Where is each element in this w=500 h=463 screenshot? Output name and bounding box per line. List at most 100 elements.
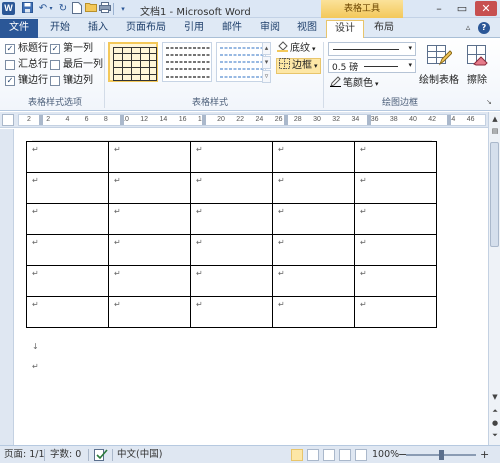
checkbox-banded-columns[interactable]: 镶边列	[50, 74, 93, 87]
scroll-up-icon[interactable]: ▲	[490, 114, 500, 124]
table-style-light-shading-accent[interactable]	[216, 42, 266, 82]
tab-view[interactable]: 视图	[290, 20, 324, 38]
table-cell[interactable]: ↵	[108, 296, 191, 328]
table-cell[interactable]: ↵	[108, 203, 191, 235]
table-cell[interactable]: ↵	[190, 172, 273, 204]
table-cell[interactable]: ↵	[272, 172, 355, 204]
eraser-button[interactable]: 擦除	[460, 42, 494, 86]
table-cell[interactable]: ↵	[354, 172, 437, 204]
undo-dropdown-icon[interactable]: ▾	[47, 2, 55, 16]
tab-stop-selector[interactable]	[2, 114, 14, 126]
draft-view-icon[interactable]	[355, 449, 367, 461]
draw-table-button[interactable]: 绘制表格	[418, 42, 460, 86]
table-cell[interactable]: ↵	[272, 296, 355, 328]
pen-color-button[interactable]: 笔颜色 ▾	[330, 76, 379, 92]
table-cell[interactable]: ↵	[190, 296, 273, 328]
redo-icon[interactable]: ↻	[56, 2, 70, 16]
ruler-toggle-icon[interactable]: ▤	[490, 126, 500, 136]
table-cell[interactable]: ↵	[354, 234, 437, 266]
customize-qat-icon[interactable]: ▾	[116, 2, 130, 16]
table-cell[interactable]: ↵	[108, 141, 191, 173]
table-cell[interactable]: ↵	[26, 265, 109, 297]
checkbox-first-column-box[interactable]: ✓	[50, 43, 60, 54]
full-screen-reading-view-icon[interactable]	[307, 449, 319, 461]
table-cell[interactable]: ↵	[354, 141, 437, 173]
table-cell[interactable]: ↵	[272, 203, 355, 235]
table-cell[interactable]: ↵	[354, 296, 437, 328]
table-cell[interactable]: ↵	[190, 141, 273, 173]
scroll-down-icon[interactable]: ▼	[490, 392, 500, 402]
line-weight-select[interactable]: 0.5 磅 ▾	[328, 59, 416, 73]
vertical-ruler[interactable]	[0, 129, 14, 445]
table-cell[interactable]: ↵	[108, 265, 191, 297]
help-icon[interactable]: ?	[478, 22, 490, 34]
web-layout-view-icon[interactable]	[323, 449, 335, 461]
next-page-icon[interactable]: ⏷	[490, 430, 500, 440]
table-cell[interactable]: ↵	[272, 141, 355, 173]
table-cell[interactable]: ↵	[190, 234, 273, 266]
table-style-grid[interactable]	[108, 42, 158, 82]
table-cell[interactable]: ↵	[190, 203, 273, 235]
zoom-in-icon[interactable]: +	[480, 449, 489, 461]
table-cell[interactable]: ↵	[108, 234, 191, 266]
checkbox-banded-rows-box[interactable]: ✓	[5, 75, 15, 86]
browse-object-icon[interactable]: ●	[490, 418, 500, 428]
table-cell[interactable]: ↵	[354, 203, 437, 235]
save-icon[interactable]	[20, 2, 34, 16]
table-cell[interactable]: ↵	[26, 203, 109, 235]
page-count[interactable]: 页面: 1/1	[4, 449, 45, 461]
tab-mailings[interactable]: 邮件	[214, 20, 250, 38]
table-cell[interactable]: ↵	[26, 172, 109, 204]
minimize-ribbon-icon[interactable]: ▵	[462, 22, 474, 34]
new-document-icon[interactable]	[70, 2, 84, 16]
dialog-launcher-icon[interactable]: ↘	[486, 98, 492, 106]
ruler-column-marker[interactable]	[202, 115, 206, 125]
tab-table-layout[interactable]: 布局	[366, 20, 402, 38]
print-icon[interactable]	[98, 2, 112, 16]
proofing-icon[interactable]	[94, 449, 108, 463]
vertical-scrollbar[interactable]: ▲ ▤ ▼ ⏶ ● ⏷	[488, 112, 500, 445]
minimize-icon[interactable]: –	[428, 1, 450, 16]
open-folder-icon[interactable]	[84, 2, 98, 16]
tab-review[interactable]: 审阅	[252, 20, 288, 38]
ruler-column-marker[interactable]	[367, 115, 371, 125]
table-cell[interactable]: ↵	[26, 296, 109, 328]
maximize-icon[interactable]: ▭	[451, 1, 473, 16]
checkbox-total-row[interactable]: 汇总行	[5, 58, 48, 71]
language-indicator[interactable]: 中文(中国)	[117, 449, 162, 461]
line-style-select[interactable]: ▾	[328, 42, 416, 56]
tab-table-design[interactable]: 设计	[326, 20, 364, 39]
tab-home[interactable]: 开始	[42, 20, 78, 38]
ruler-column-marker[interactable]	[447, 115, 451, 125]
ruler-column-marker[interactable]	[284, 115, 288, 125]
ruler-column-marker[interactable]	[120, 115, 124, 125]
checkbox-header-row-box[interactable]: ✓	[5, 43, 15, 54]
print-layout-view-icon[interactable]	[291, 449, 303, 461]
table-cell[interactable]: ↵	[354, 265, 437, 297]
checkbox-first-column[interactable]: ✓ 第一列	[50, 42, 93, 55]
table-cell[interactable]: ↵	[272, 234, 355, 266]
document-table[interactable]: ↵ ↵ ↵ ↵ ↵ ↵ ↵ ↵ ↵ ↵ ↵ ↵ ↵ ↵ ↵ ↵ ↵ ↵ ↵ ↵ ↵ ↵ ↵ ↵ ↵ ↵ ↵ ↵ ↵ ↵	[26, 141, 437, 328]
tab-page-layout[interactable]: 页面布局	[118, 20, 174, 38]
zoom-level[interactable]: 100%	[372, 449, 399, 461]
table-cell[interactable]: ↵	[190, 265, 273, 297]
checkbox-header-row[interactable]: ✓ 标题行	[5, 42, 48, 55]
checkbox-last-column[interactable]: 最后一列	[50, 58, 103, 71]
zoom-slider-thumb[interactable]	[439, 450, 444, 460]
gallery-scroll-down-icon[interactable]: ▾	[262, 56, 271, 69]
checkbox-banded-rows[interactable]: ✓ 镶边行	[5, 74, 48, 87]
previous-page-icon[interactable]: ⏶	[490, 406, 500, 416]
table-style-light-shading[interactable]	[162, 42, 212, 82]
scrollbar-thumb[interactable]	[490, 142, 499, 247]
checkbox-total-row-box[interactable]	[5, 59, 15, 70]
tab-file[interactable]: 文件	[0, 19, 38, 38]
word-app-icon[interactable]: W	[2, 2, 15, 15]
tab-references[interactable]: 引用	[176, 20, 212, 38]
checkbox-banded-columns-box[interactable]	[50, 75, 60, 86]
horizontal-ruler[interactable]: 2246810121416182022242628303234363840424…	[18, 114, 486, 126]
table-cell[interactable]: ↵	[26, 141, 109, 173]
close-icon[interactable]: ✕	[475, 1, 497, 16]
checkbox-last-column-box[interactable]	[50, 59, 60, 70]
ruler-column-marker[interactable]	[39, 115, 43, 125]
table-cell[interactable]: ↵	[108, 172, 191, 204]
